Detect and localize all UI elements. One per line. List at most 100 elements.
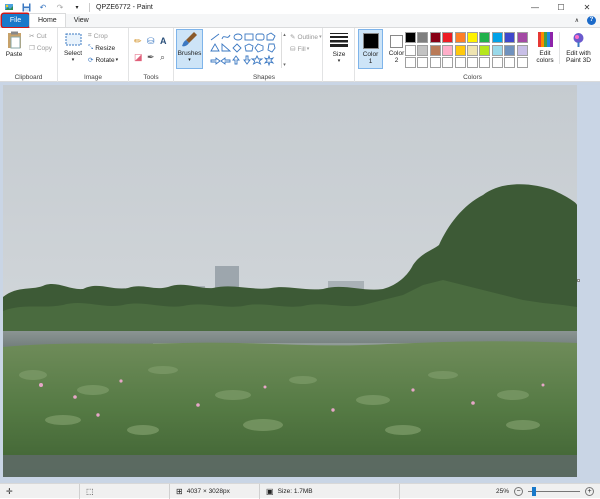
palette-swatch[interactable]: [516, 32, 528, 43]
window-controls: — ☐ ✕: [522, 0, 600, 14]
resize-label: Resize: [95, 44, 116, 52]
palette-swatch[interactable]: [429, 57, 441, 68]
outline-icon: ✎: [290, 34, 296, 41]
tab-file[interactable]: File: [2, 14, 29, 27]
ribbon-tabs: File Home View ∧ ?: [0, 13, 600, 28]
color-palette: [405, 32, 530, 72]
file-size: Size: 1.7MB: [277, 487, 313, 495]
palette-swatch[interactable]: [405, 57, 416, 68]
palette-swatch[interactable]: [405, 32, 416, 43]
palette-swatch[interactable]: [417, 57, 429, 68]
palette-swatch[interactable]: [516, 44, 528, 56]
cut-button[interactable]: ✂ Cut: [29, 32, 47, 41]
palette-swatch[interactable]: [479, 32, 491, 43]
shapes-group-label: Shapes: [252, 74, 276, 81]
fill-bucket-icon[interactable]: ⛁: [147, 36, 155, 47]
tab-home[interactable]: Home: [29, 13, 66, 27]
help-icon[interactable]: ?: [587, 15, 596, 25]
palette-swatch[interactable]: [454, 44, 466, 56]
palette-swatch[interactable]: [467, 32, 478, 43]
save-icon[interactable]: [21, 2, 31, 12]
color1-label-number: 1: [368, 58, 373, 65]
selection-size-segment: ⬚: [80, 483, 170, 499]
color2-label-number: 2: [394, 57, 399, 64]
rotate-label: Rotate: [95, 56, 115, 64]
paint-app-icon[interactable]: [4, 2, 14, 12]
zoom-slider[interactable]: [528, 486, 580, 496]
palette-swatch[interactable]: [504, 44, 516, 56]
canvas-image[interactable]: [3, 85, 577, 477]
file-size-segment: ▣ Size: 1.7MB: [260, 483, 400, 499]
brushes-button[interactable]: Brushes ▾: [176, 29, 203, 69]
palette-swatch[interactable]: [442, 44, 454, 56]
palette-swatch[interactable]: [504, 57, 516, 68]
maximize-button[interactable]: ☐: [548, 0, 574, 14]
redo-icon[interactable]: ↷: [55, 2, 65, 12]
outline-button[interactable]: ✎ Outline ▾: [290, 33, 322, 42]
canvas-resize-handle-right[interactable]: [577, 279, 580, 282]
palette-swatch[interactable]: [491, 57, 503, 68]
palette-swatch[interactable]: [417, 32, 429, 43]
size-button[interactable]: Size ▾: [327, 32, 351, 65]
select-button[interactable]: Select ▾: [62, 33, 84, 64]
color1-button[interactable]: Color 1: [358, 29, 383, 69]
shapes-gallery[interactable]: [209, 32, 281, 68]
edit-with-paint3d-button[interactable]: Edit with Paint 3D: [559, 32, 597, 64]
palette-swatch[interactable]: [467, 44, 478, 56]
palette-swatch[interactable]: [491, 32, 503, 43]
text-tool-icon[interactable]: A: [160, 36, 167, 46]
palette-swatch[interactable]: [454, 32, 466, 43]
edit-colors-button[interactable]: Edit colors: [532, 32, 558, 64]
palette-swatch[interactable]: [417, 44, 429, 56]
selection-icon: ⬚: [86, 486, 94, 496]
minimize-button[interactable]: —: [522, 0, 548, 14]
zoom-segment: 25% − +: [490, 484, 600, 499]
color-picker-icon[interactable]: ✒: [147, 52, 155, 63]
close-button[interactable]: ✕: [574, 0, 600, 14]
crop-icon: ⌗: [88, 32, 92, 39]
palette-swatch[interactable]: [405, 44, 416, 56]
tab-view[interactable]: View: [66, 13, 97, 27]
zoom-slider-thumb[interactable]: [532, 486, 536, 496]
lotus-lake-photo: [3, 85, 577, 477]
zoom-out-button[interactable]: −: [514, 486, 523, 496]
ribbon: Paste ✂ Cut ❐ Copy Clipboard Select ▾ ⌗ …: [0, 28, 600, 82]
palette-swatch[interactable]: [491, 44, 503, 56]
palette-swatch[interactable]: [442, 57, 454, 68]
resize-button[interactable]: ⤡ Resize: [88, 44, 115, 52]
zoom-in-button[interactable]: +: [585, 486, 594, 496]
crop-button[interactable]: ⌗ Crop: [88, 32, 108, 40]
shapes-gallery-scroll[interactable]: ▴ ▾: [281, 32, 287, 68]
paste-button[interactable]: Paste: [3, 31, 25, 58]
copy-button[interactable]: ❐ Copy: [29, 44, 52, 53]
palette-swatch[interactable]: [429, 32, 441, 43]
eraser-icon[interactable]: ◪: [134, 52, 143, 63]
palette-swatch[interactable]: [467, 57, 478, 68]
palette-swatch[interactable]: [479, 57, 491, 68]
shapes-gallery-icons: [210, 32, 276, 67]
palette-swatch[interactable]: [454, 57, 466, 68]
title-bar: ↶ ↷ ▾ QPZE6772 - Paint — ☐ ✕: [0, 0, 600, 14]
collapse-ribbon-icon[interactable]: ∧: [575, 17, 579, 24]
rotate-button[interactable]: ⟳ Rotate ▾: [88, 56, 118, 65]
palette-swatch[interactable]: [516, 57, 528, 68]
palette-swatch[interactable]: [479, 44, 491, 56]
line-width-icon: [330, 33, 348, 47]
scroll-down-icon: ▾: [283, 62, 286, 68]
edit-colors-label: Edit: [539, 50, 551, 57]
palette-swatch[interactable]: [504, 32, 516, 43]
customize-quick-access-icon[interactable]: ▾: [72, 2, 82, 12]
crosshair-icon: ✛: [6, 486, 13, 496]
colors-group-label: Colors: [463, 74, 482, 81]
paste-label: Paste: [5, 51, 23, 58]
palette-swatch[interactable]: [429, 44, 441, 56]
dimensions-icon: ⊞: [176, 486, 183, 496]
palette-swatch[interactable]: [442, 32, 454, 43]
clipboard-group: Paste ✂ Cut ❐ Copy Clipboard: [0, 28, 58, 82]
fill-button[interactable]: ⛁ Fill ▾: [290, 45, 309, 54]
pencil-icon[interactable]: ✏: [134, 36, 142, 47]
undo-icon[interactable]: ↶: [38, 2, 48, 12]
magnifier-icon[interactable]: ⌕: [160, 52, 165, 63]
brushes-label: Brushes: [177, 50, 202, 57]
brush-icon: [181, 32, 197, 47]
